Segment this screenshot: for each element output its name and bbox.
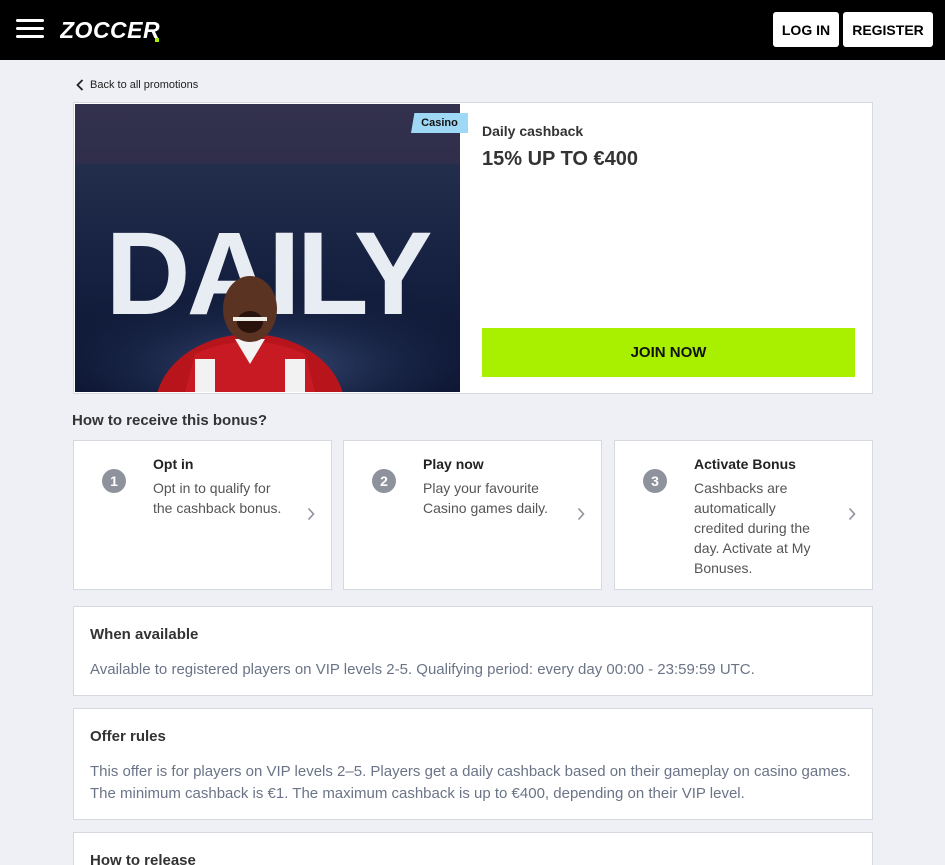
- top-bar: ZOCCER LOG IN REGISTER: [0, 0, 945, 60]
- register-button[interactable]: REGISTER: [843, 12, 933, 47]
- logo-text: ZOCCER: [60, 17, 160, 43]
- when-available-text: Available to registered players on VIP l…: [90, 661, 755, 678]
- menu-icon[interactable]: [16, 19, 44, 41]
- chevron-right-icon: [848, 507, 856, 521]
- back-to-promotions-link[interactable]: Back to all promotions: [76, 78, 198, 92]
- offer-rules-title: Offer rules: [90, 728, 166, 745]
- step-title: Play now: [423, 456, 484, 472]
- login-button[interactable]: LOG IN: [773, 12, 839, 47]
- back-link-label: Back to all promotions: [90, 79, 199, 91]
- step-number: 1: [102, 469, 126, 493]
- how-to-heading: How to receive this bonus?: [72, 412, 268, 429]
- how-to-release-card: How to release: [73, 832, 873, 865]
- when-available-card: When available Available to registered p…: [73, 606, 873, 696]
- join-now-button[interactable]: JOIN NOW: [482, 328, 855, 377]
- chevron-right-icon: [307, 507, 315, 521]
- step-description: Cashbacks are automatically credited dur…: [694, 480, 811, 576]
- promo-title: 15% UP TO €400: [482, 148, 639, 170]
- promo-card: DAILY Daily cashback 15% UP TO €400 JOIN…: [73, 102, 873, 394]
- step-number: 2: [372, 469, 396, 493]
- step-card-2[interactable]: 2 Play now Play your favourite Casino ga…: [343, 440, 602, 590]
- step-card-1[interactable]: 1 Opt in Opt in to qualify for the cashb…: [73, 440, 332, 590]
- step-description: Play your favourite Casino games daily.: [423, 480, 549, 516]
- offer-rules-text: This offer is for players on VIP levels …: [90, 763, 851, 802]
- step-number: 3: [643, 469, 667, 493]
- step-card-3[interactable]: 3 Activate Bonus Cashbacks are automatic…: [614, 440, 873, 590]
- promo-image: DAILY: [75, 104, 460, 392]
- step-title: Opt in: [153, 456, 194, 472]
- offer-rules-card: Offer rules This offer is for players on…: [73, 708, 873, 820]
- when-available-title: When available: [90, 626, 199, 643]
- chevron-right-icon: [577, 507, 585, 521]
- promo-category: Daily cashback: [482, 123, 584, 139]
- zoccer-logo[interactable]: ZOCCER: [60, 16, 170, 44]
- step-description: Opt in to qualify for the cashback bonus…: [153, 480, 282, 516]
- category-tag: Casino: [411, 113, 468, 133]
- step-title: Activate Bonus: [694, 456, 796, 472]
- how-to-release-title: How to release: [90, 852, 196, 865]
- chevron-left-icon: [76, 79, 84, 91]
